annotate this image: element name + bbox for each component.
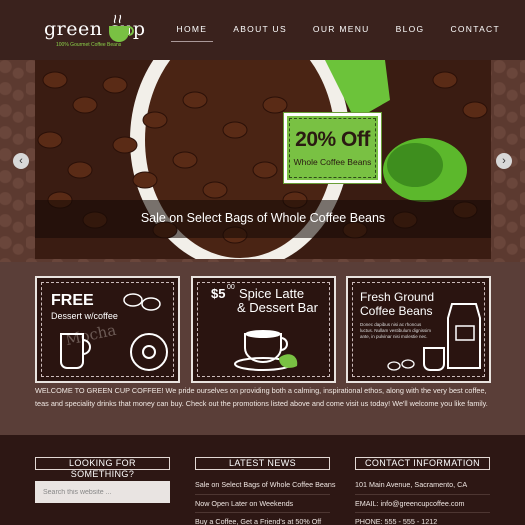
search-widget-title: LOOKING FOR SOMETHING? (35, 457, 170, 479)
nav-home[interactable]: HOME (170, 0, 213, 42)
news-link[interactable]: Buy a Coffee, Get a Friend's at 50% Off (195, 517, 321, 525)
promo-card-spice-latte[interactable]: $5 00 Spice Latte & Dessert Bar (191, 276, 336, 383)
card1-subtitle: Dessert w/coffee (51, 311, 118, 321)
logo-tagline: 100% Gourmet Coffee Beans (56, 42, 122, 48)
search-input[interactable] (35, 481, 170, 503)
card2-price: $5 (211, 286, 226, 301)
contact-phone: PHONE: 555 - 555 - 1212 (355, 517, 438, 525)
donut-icon (130, 333, 168, 371)
card2-price-cents: 00 (227, 284, 235, 291)
coffee-beans-icon (387, 359, 415, 371)
nav-blog[interactable]: BLOG (396, 0, 425, 42)
latte-cup-icon (234, 330, 298, 371)
coffee-beans-icon (123, 293, 161, 311)
card1-title: FREE (51, 292, 94, 309)
news-widget-title: LATEST NEWS (195, 457, 330, 470)
mug-icon (60, 333, 91, 369)
coffee-bag-icon (423, 303, 481, 371)
news-link[interactable]: Now Open Later on Weekends (195, 499, 293, 508)
contact-widget-title: CONTACT INFORMATION (355, 457, 490, 470)
contact-email[interactable]: EMAIL: info@greencupcoffee.com (355, 499, 464, 508)
chevron-left-icon[interactable]: ‹ (13, 153, 29, 169)
card2-subtitle: & Dessert Bar (237, 300, 318, 315)
news-link[interactable]: Sale on Select Bags of Whole Coffee Bean… (195, 480, 336, 489)
promo-card-free-dessert[interactable]: FREE Dessert w/coffee Mocha (35, 276, 180, 383)
promo-card-fresh-ground[interactable]: Fresh Ground Coffee Beans Donec dapibus … (346, 276, 491, 383)
nav-about-us[interactable]: ABOUT US (233, 0, 287, 42)
card2-title: Spice Latte (239, 286, 305, 301)
site-logo[interactable]: green cup 100% Gourmet Coffee Beans (44, 12, 145, 52)
contact-address: 101 Main Avenue, Sacramento, CA (355, 480, 468, 489)
promo-badge: 20% Off Whole Coffee Beans (284, 113, 381, 183)
slider-caption[interactable]: Sale on Select Bags of Whole Coffee Bean… (35, 211, 491, 225)
main-nav: HOME ABOUT US OUR MENU BLOG CONTACT (151, 0, 525, 60)
promo-percent: 20% Off (295, 128, 370, 151)
promo-label: Whole Coffee Beans (293, 157, 372, 167)
site-footer: LOOKING FOR SOMETHING? LATEST NEWS Sale … (0, 435, 525, 525)
slider-caption-bar: Sale on Select Bags of Whole Coffee Bean… (35, 200, 491, 238)
promo-cards: FREE Dessert w/coffee Mocha $5 00 Spice … (35, 276, 491, 383)
nav-our-menu[interactable]: OUR MENU (313, 0, 370, 42)
hero-slider[interactable]: 20% Off Whole Coffee Beans Sale on Selec… (35, 60, 491, 259)
nav-contact[interactable]: CONTACT (450, 0, 500, 42)
site-header: green cup 100% Gourmet Coffee Beans HOME… (0, 0, 525, 60)
coffee-cup-icon (109, 14, 134, 42)
chevron-right-icon[interactable]: › (496, 153, 512, 169)
welcome-text: WELCOME TO GREEN CUP COFFEE! We pride ou… (35, 386, 488, 408)
